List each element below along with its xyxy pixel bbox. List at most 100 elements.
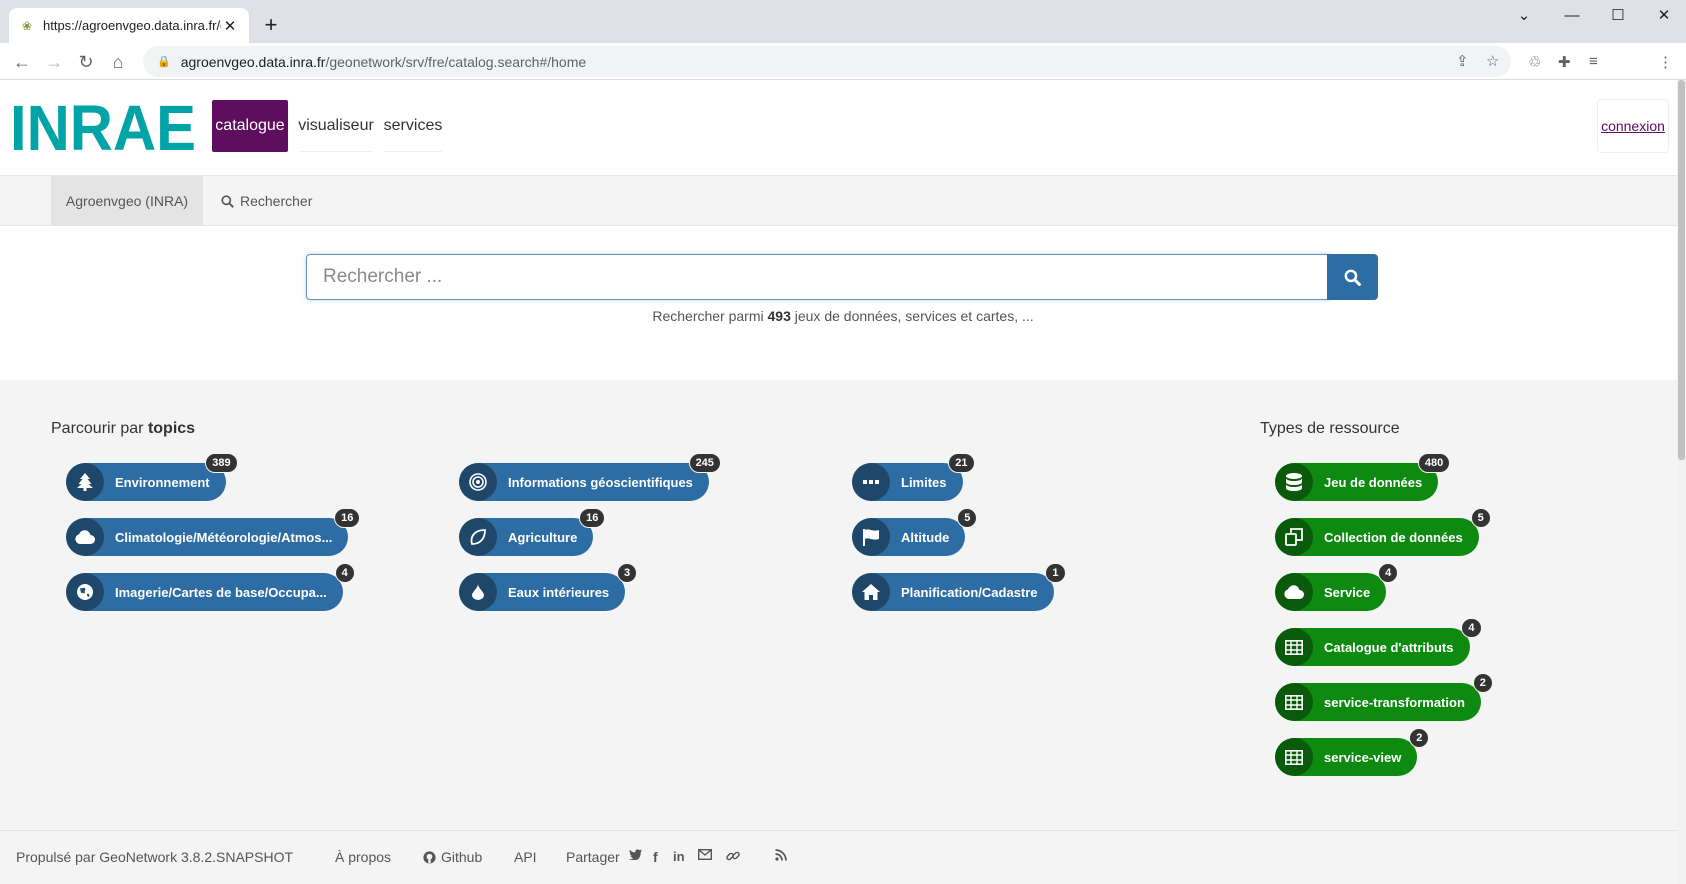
globe-icon: [66, 573, 104, 611]
search-button[interactable]: [1327, 254, 1378, 300]
share-icon[interactable]: ⇪: [1456, 52, 1469, 70]
topic-geoscientifiques[interactable]: Informations géoscientifiques 245: [459, 453, 721, 501]
new-tab-icon[interactable]: +: [259, 12, 283, 38]
browser-tab-strip: ❀ https://agroenvgeo.data.inra.fr/g ✕ + …: [0, 0, 1686, 43]
hint-suffix: jeux de données, services et cartes, ...: [794, 308, 1034, 324]
reading-list-icon[interactable]: ≡: [1589, 53, 1598, 70]
topic-label: Agriculture: [508, 529, 578, 545]
back-icon[interactable]: ←: [9, 49, 35, 75]
site-favicon-icon: ❀: [21, 18, 33, 33]
permalink-icon[interactable]: [726, 849, 740, 863]
reload-icon[interactable]: ↻: [73, 49, 99, 75]
tab-search-icon[interactable]: ⌄: [1500, 0, 1548, 30]
forward-icon[interactable]: →: [41, 49, 67, 75]
page-scrollbar[interactable]: [1677, 80, 1686, 884]
count-badge: 16: [579, 508, 606, 528]
count-badge: 480: [1417, 453, 1451, 473]
cloud-icon: [66, 518, 104, 556]
maximize-icon[interactable]: ☐: [1594, 0, 1642, 30]
twitter-icon[interactable]: [629, 849, 642, 860]
topic-label: Imagerie/Cartes de base/Occupa...: [115, 584, 327, 600]
nav-catalogue[interactable]: catalogue: [212, 100, 288, 152]
rss-icon[interactable]: [775, 849, 787, 861]
email-icon[interactable]: [698, 849, 712, 860]
table-icon: [1275, 628, 1313, 666]
search-icon: [221, 194, 234, 208]
powered-by-link[interactable]: Propulsé par GeoNetwork 3.8.2.SNAPSHOT: [16, 849, 293, 865]
subnav-search[interactable]: Rechercher: [221, 176, 312, 226]
scrollbar-thumb[interactable]: [1678, 80, 1685, 460]
topic-altitude[interactable]: Altitude 5: [852, 508, 978, 556]
github-link[interactable]: Github: [423, 849, 482, 865]
search-input[interactable]: [306, 254, 1330, 300]
topics-title-bold: topics: [147, 420, 196, 437]
about-link[interactable]: À propos: [335, 849, 391, 865]
count-badge: 2: [1409, 728, 1430, 748]
count-badge: 4: [334, 563, 355, 583]
site-header: INRAE catalogue visualiseur services con…: [0, 80, 1686, 175]
topic-label: Environnement: [115, 474, 210, 490]
nav-services[interactable]: services: [384, 100, 442, 152]
database-icon: [1275, 463, 1313, 501]
search-icon: [1344, 269, 1361, 286]
site-footer: Propulsé par GeoNetwork 3.8.2.SNAPSHOT À…: [0, 830, 1686, 884]
topic-label: Altitude: [901, 529, 950, 545]
type-service-transformation[interactable]: service-transformation 2: [1275, 673, 1493, 721]
count-badge: 389: [205, 453, 238, 473]
extensions-puzzle-icon[interactable]: ✚: [1558, 53, 1571, 71]
api-link[interactable]: API: [514, 849, 537, 865]
tab-title: https://agroenvgeo.data.inra.fr/g: [43, 18, 221, 33]
close-tab-icon[interactable]: ✕: [221, 17, 239, 35]
count-badge: 4: [1378, 563, 1399, 583]
target-icon: [459, 463, 497, 501]
browser-tab[interactable]: ❀ https://agroenvgeo.data.inra.fr/g ✕: [9, 8, 249, 43]
topic-agriculture[interactable]: Agriculture 16: [459, 508, 606, 556]
subnav-home[interactable]: Agroenvgeo (INRA): [51, 176, 203, 226]
type-service[interactable]: Service 4: [1275, 563, 1399, 611]
count-badge: 4: [1461, 618, 1482, 638]
topic-environnement[interactable]: Environnement 389: [66, 453, 238, 501]
topic-imagerie[interactable]: Imagerie/Cartes de base/Occupa... 4: [66, 563, 355, 611]
topic-label: Limites: [901, 474, 947, 490]
search-hint: Rechercher parmi 493 jeux de données, se…: [0, 308, 1686, 324]
topic-planification[interactable]: Planification/Cadastre 1: [852, 563, 1066, 611]
cloud-icon: [1275, 573, 1313, 611]
topic-label: Climatologie/Météorologie/Atmos...: [115, 529, 333, 545]
resource-types-title: Types de ressource: [1260, 420, 1400, 437]
flag-icon: [852, 518, 890, 556]
url-host: agroenvgeo.data.inra.fr: [180, 53, 326, 70]
type-collection-de-donnees[interactable]: Collection de données 5: [1275, 508, 1491, 556]
url-field[interactable]: 🔒 agroenvgeo.data.inra.fr/geonetwork/srv…: [143, 46, 1511, 77]
browser-menu-icon[interactable]: ⋮: [1658, 53, 1673, 71]
type-jeu-de-donnees[interactable]: Jeu de données 480: [1275, 453, 1451, 501]
minimize-icon[interactable]: —: [1548, 0, 1596, 30]
tree-icon: [66, 463, 104, 501]
topic-label: Informations géoscientifiques: [508, 474, 693, 490]
topic-limites[interactable]: Limites 21: [852, 453, 975, 501]
lock-icon: 🔒: [157, 56, 171, 68]
count-badge: 5: [1470, 508, 1491, 528]
count-badge: 16: [334, 508, 361, 528]
topic-eaux-interieures[interactable]: Eaux intérieures 3: [459, 563, 638, 611]
topic-climatologie[interactable]: Climatologie/Météorologie/Atmos... 16: [66, 508, 361, 556]
login-link[interactable]: connexion: [1597, 99, 1669, 153]
subnav-search-label: Rechercher: [240, 193, 313, 209]
type-label: Collection de données: [1324, 529, 1463, 545]
nav-visualiseur[interactable]: visualiseur: [298, 100, 374, 152]
dots-icon: [852, 463, 890, 501]
type-label: service-transformation: [1324, 694, 1465, 710]
facebook-icon[interactable]: f: [653, 849, 658, 865]
droplet-icon: [459, 573, 497, 611]
type-catalogue-attributs[interactable]: Catalogue d'attributs 4: [1275, 618, 1482, 666]
hint-prefix: Rechercher parmi: [652, 308, 764, 324]
home-icon[interactable]: ⌂: [105, 49, 131, 75]
linkedin-icon[interactable]: in: [673, 849, 685, 864]
inrae-logo[interactable]: INRAE: [10, 96, 198, 156]
extension-recycle-icon[interactable]: ♲: [1528, 53, 1541, 71]
count-badge: 3: [617, 563, 638, 583]
hint-count: 493: [767, 308, 791, 324]
bookmark-star-icon[interactable]: ☆: [1486, 52, 1499, 70]
type-service-view[interactable]: service-view 2: [1275, 728, 1430, 776]
type-label: Catalogue d'attributs: [1324, 639, 1454, 655]
close-window-icon[interactable]: ✕: [1640, 0, 1686, 30]
